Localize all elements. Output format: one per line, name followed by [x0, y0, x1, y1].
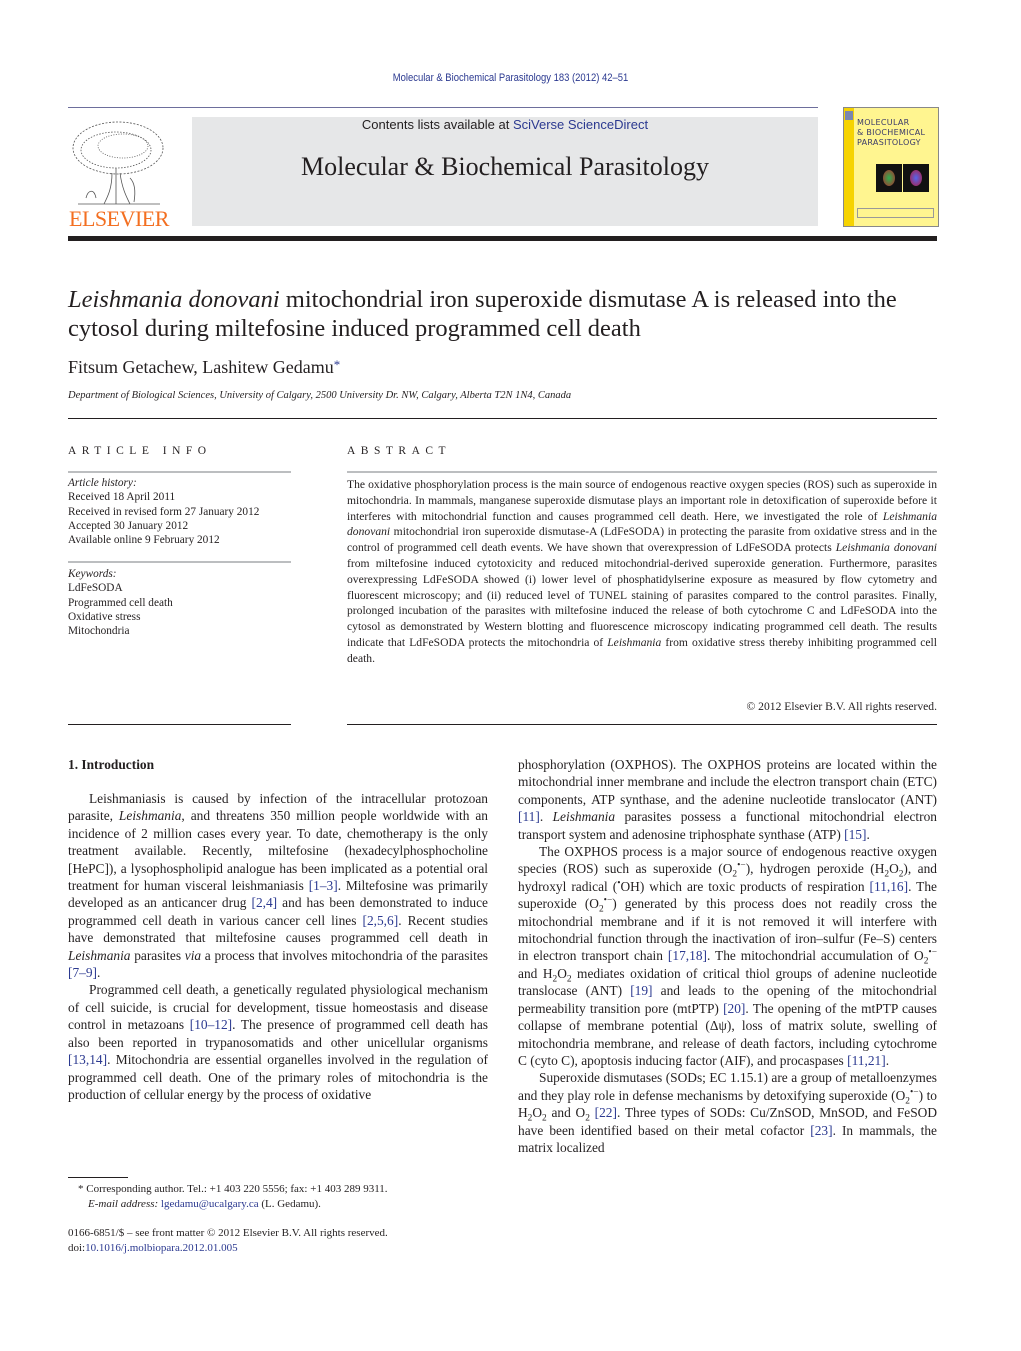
journal-cover-thumbnail[interactable]: MOLECULAR & BIOCHEMICAL PARASITOLOGY	[843, 107, 939, 227]
keyword-item: Programmed cell death	[68, 596, 173, 609]
header-heavy-rule	[68, 236, 937, 241]
history-item: Accepted 30 January 2012	[68, 519, 189, 532]
citation-link[interactable]: [19]	[630, 983, 652, 998]
cover-info-box	[857, 208, 934, 218]
citation-link[interactable]: [11,21]	[847, 1053, 886, 1068]
footnote-marker: *	[78, 1183, 84, 1195]
email-label: E-mail address:	[88, 1198, 159, 1210]
body-column-right: phosphorylation (OXPHOS). The OXPHOS pro…	[518, 756, 937, 1156]
citation-link[interactable]: [15]	[844, 827, 866, 842]
abstract-heading: ABSTRACT	[347, 445, 452, 457]
cover-title: MOLECULAR & BIOCHEMICAL PARASITOLOGY	[857, 118, 925, 148]
footnote-rule	[68, 1177, 128, 1178]
citation-link[interactable]: [13,14]	[68, 1052, 107, 1067]
keyword-item: Mitochondria	[68, 625, 130, 638]
keywords-label: Keywords:	[68, 568, 117, 580]
article-title-species: Leishmania donovani	[68, 286, 280, 313]
divider	[68, 471, 291, 473]
divider	[347, 724, 937, 725]
affiliation: Department of Biological Sciences, Unive…	[68, 390, 572, 401]
corresponding-author-footnote: * Corresponding author. Tel.: +1 403 220…	[78, 1182, 498, 1212]
divider	[68, 724, 291, 725]
history-item: Received in revised form 27 January 2012	[68, 505, 260, 518]
email-link[interactable]: lgedamu@ucalgary.ca	[161, 1198, 259, 1210]
contents-prefix: Contents lists available at	[361, 117, 513, 132]
issn-line: 0166-6851/$ – see front matter © 2012 El…	[68, 1227, 388, 1239]
journal-name: Molecular & Biochemical Parasitology	[301, 152, 709, 181]
history-item: Received 18 April 2011	[68, 491, 176, 504]
citation-link[interactable]: [2,4]	[251, 895, 277, 910]
cover-title-line: MOLECULAR	[857, 118, 910, 127]
doi-link[interactable]: 10.1016/j.molbiopara.2012.01.005	[85, 1242, 237, 1254]
citation-link[interactable]: [17,18]	[668, 948, 707, 963]
paragraph: Programmed cell death, a genetically reg…	[68, 982, 488, 1102]
section-heading-introduction: 1. Introduction	[68, 757, 155, 772]
footnote-contact: Corresponding author. Tel.: +1 403 220 5…	[86, 1183, 388, 1195]
keyword-item: LdFeSODA	[68, 582, 123, 595]
citation-link[interactable]: [22]	[595, 1105, 617, 1120]
divider	[68, 561, 291, 563]
doi-prefix: doi:	[68, 1242, 86, 1254]
keyword-item: Oxidative stress	[68, 610, 141, 623]
citation-link[interactable]: [20]	[723, 1001, 745, 1016]
citation-link[interactable]: [23]	[810, 1123, 832, 1138]
authors-text: Fitsum Getachew, Lashitew Gedamu	[68, 357, 334, 377]
citation-link[interactable]: [11]	[518, 809, 540, 824]
citation-link[interactable]: [2,5,6]	[362, 913, 398, 928]
sciencedirect-link[interactable]: SciVerse ScienceDirect	[513, 117, 648, 132]
divider	[68, 418, 937, 419]
header-rule	[68, 107, 818, 108]
contents-available-line: Contents lists available at SciVerse Sci…	[192, 117, 818, 132]
paragraph: Leishmaniasis is caused by infection of …	[68, 791, 489, 981]
paragraph: phosphorylation (OXPHOS). The OXPHOS pro…	[518, 757, 937, 842]
article-info-heading: ARTICLE INFO	[68, 445, 212, 457]
article-history: Article history: Received 18 April 2011 …	[68, 476, 291, 547]
cover-publisher-logo-icon	[845, 111, 853, 120]
cover-micrograph-image	[903, 164, 929, 192]
citation-link[interactable]: [7–9]	[68, 965, 97, 980]
front-matter: 0166-6851/$ – see front matter © 2012 El…	[68, 1226, 498, 1256]
body-column-left: Leishmaniasis is caused by infection of …	[68, 790, 488, 1103]
cover-title-line: PARASITOLOGY	[857, 138, 921, 147]
cover-micrograph-image	[876, 164, 902, 192]
history-item: Available online 9 February 2012	[68, 534, 220, 547]
paragraph: Superoxide dismutases (SODs; EC 1.15.1) …	[518, 1070, 937, 1155]
abstract-copyright: © 2012 Elsevier B.V. All rights reserved…	[746, 700, 937, 713]
citation-link[interactable]: [10–12]	[190, 1017, 232, 1032]
cover-title-line: & BIOCHEMICAL	[857, 128, 926, 137]
email-suffix: (L. Gedamu).	[258, 1198, 321, 1210]
citation-link[interactable]: [1–3]	[309, 878, 338, 893]
paragraph: The OXPHOS process is a major source of …	[518, 844, 938, 1068]
keywords: Keywords: LdFeSODA Programmed cell death…	[68, 567, 291, 638]
abstract-text: The oxidative phosphorylation process is…	[347, 478, 938, 665]
history-label: Article history:	[68, 477, 137, 489]
author-list: Fitsum Getachew, Lashitew Gedamu*	[68, 357, 340, 378]
corresponding-author-marker[interactable]: *	[334, 357, 341, 372]
citation-link[interactable]: [11,16]	[870, 879, 909, 894]
journal-citation-link[interactable]: Molecular & Biochemical Parasitology 183…	[71, 72, 949, 84]
cover-strip	[844, 108, 854, 226]
divider	[347, 471, 937, 473]
article-title: Leishmania donovani mitochondrial iron s…	[68, 285, 948, 343]
elsevier-wordmark: ELSEVIER	[69, 206, 169, 231]
